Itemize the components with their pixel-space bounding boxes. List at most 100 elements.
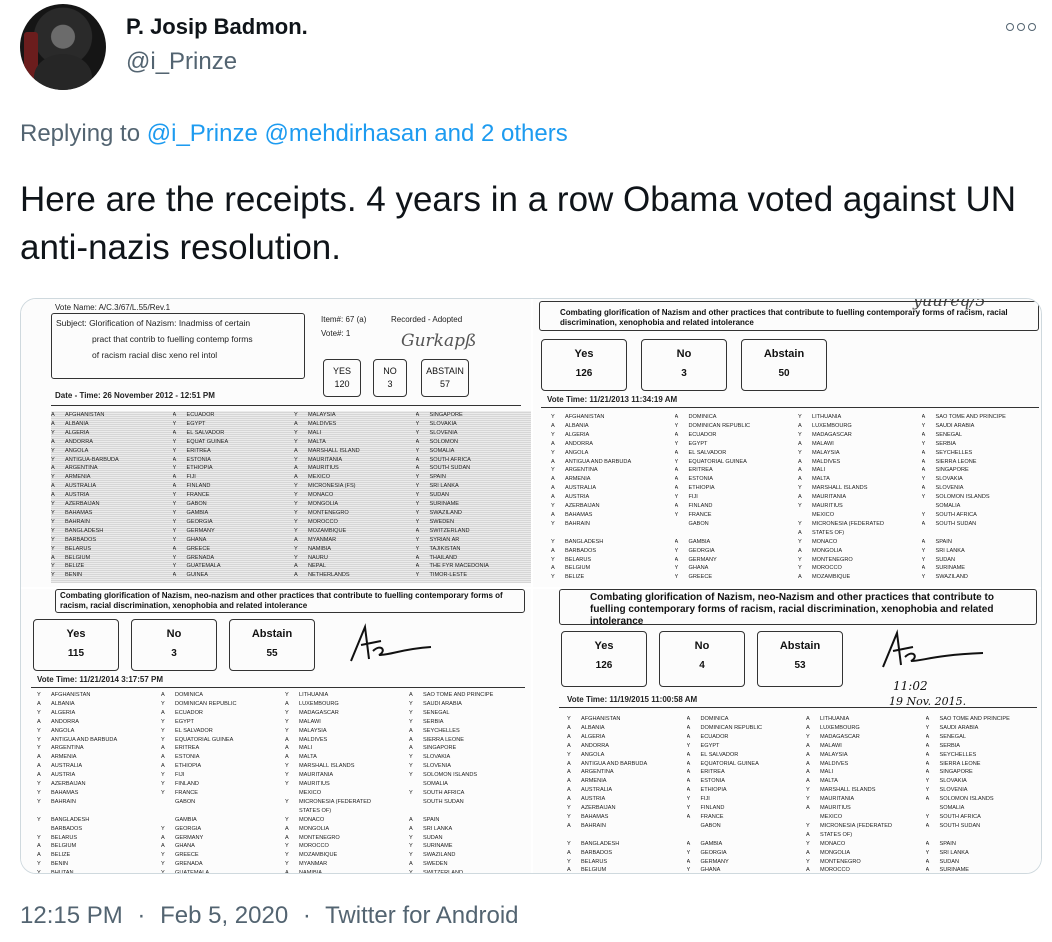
country-column: A DOMINICA A DOMINICAN REPUBLIC A ECUADOR Y EGY… [686, 715, 801, 873]
vote-mark: Y [409, 709, 413, 716]
vote-mark: Y [37, 870, 41, 874]
country-vote-row: Y EQUAT GUINEA [173, 438, 289, 447]
vote-mark: A [925, 858, 930, 865]
country-name: SINGAPORE [935, 467, 969, 474]
country-vote-row: Y MONTENEGRO [798, 556, 916, 565]
vote-mark: A [567, 769, 571, 776]
country-vote-row: A ESTONIA [687, 777, 801, 786]
country-vote-row: Y BANGLADESH [551, 538, 669, 547]
vote-mark: A [37, 754, 41, 761]
country-vote-row: Y SURINAME [416, 500, 532, 509]
country-vote-row: Y SRI LANKA [926, 849, 1040, 858]
country-name: MONACO [820, 840, 846, 847]
vote-mark: A [686, 751, 691, 758]
country-name: BAHRAIN [565, 520, 590, 527]
country-name: DOMINICA [688, 414, 717, 420]
vote-mark: Y [37, 692, 41, 698]
country-vote-row: Y SUDAN [922, 556, 1040, 565]
country-name: SEYCHELLES [939, 751, 977, 758]
country-name: MAURITIUS [299, 781, 330, 788]
country-vote-row: Y BAHAMAS [51, 509, 167, 518]
country-name: AZERBAIJAN [65, 501, 100, 508]
vote-mark: Y [551, 538, 555, 545]
tweet-time[interactable]: 12:15 PM [20, 902, 123, 929]
country-vote-row: Y ANTIGUA AND BARBUDA [37, 736, 155, 745]
country-name: GERMANY [688, 556, 717, 563]
country-vote-row: Y GABON [173, 500, 289, 509]
country-name: ALGERIA [565, 431, 590, 438]
vote-mark: A [806, 831, 810, 838]
vote-mark: A [567, 867, 571, 874]
country-vote-row: A SOUTH AFRICA [416, 456, 532, 465]
vote-mark: Y [415, 474, 420, 481]
country-vote-row: Y ANGOLA [37, 727, 155, 736]
country-name: ERITREA [688, 467, 713, 474]
country-name: MAURITANIA [812, 494, 847, 501]
country-name: ALBANIA [65, 420, 89, 427]
country-name: BAHAMAS [581, 813, 609, 820]
vote-mark: Y [415, 536, 420, 543]
country-name: GABON [700, 822, 721, 829]
vote-mark: A [921, 414, 926, 420]
country-name: BENIN [51, 861, 69, 868]
vote-mark: Y [409, 870, 413, 874]
vote-time: Vote Time: 11/21/2014 3:17:57 PM [37, 675, 163, 684]
country-vote-row: Y ARGENTINA [37, 744, 155, 753]
reply-mention-2[interactable]: @mehdirhasan [265, 120, 428, 147]
country-name: GEORGIA [700, 849, 727, 856]
country-vote-row: A DOMINICAN REPUBLIC [687, 724, 801, 733]
vote-mark: A [551, 511, 555, 518]
tweet-client[interactable]: Twitter for Android [325, 902, 518, 929]
country-name: MEXICO [299, 789, 322, 796]
reply-others-link[interactable]: and 2 others [434, 120, 567, 147]
country-vote-row: Y SOUTH AFRICA [926, 813, 1040, 822]
country-vote-row: A AUSTRALIA [51, 482, 167, 491]
country-name: GHANA [175, 843, 195, 850]
country-name: ANTIGUA AND BARBUDA [51, 736, 118, 743]
country-vote-row: SOMALIA [409, 780, 527, 789]
country-name: MONGOLIA [820, 849, 851, 856]
country-name: EL SALVADOR [175, 727, 213, 734]
vote-mark: A [285, 754, 289, 761]
country-vote-row: Y EGYPT [687, 742, 801, 751]
vote-mark: A [294, 572, 298, 579]
country-name: SRI LANKA [935, 547, 965, 554]
country-name: AUSTRIA [65, 492, 90, 499]
country-name: SINGAPORE [423, 745, 457, 752]
tweet-image[interactable]: Vote Name: A/C.3/67/L.55/Rev.1 Subject: … [20, 298, 1042, 874]
country-column: A LITHUANIA A LUXEMBOURG Y MADAGASCAR A MALAWI A… [806, 715, 920, 873]
vote-mark: Y [285, 772, 289, 779]
country-vote-row: Y BANGLADESH [51, 527, 167, 536]
tweet-date[interactable]: Feb 5, 2020 [160, 902, 288, 929]
country-vote-row: Y GUATEMALA [173, 562, 289, 571]
country-name: STATES OF) [820, 831, 853, 838]
more-horizontal-icon[interactable] [1006, 18, 1040, 36]
vote-mark: Y [51, 518, 55, 525]
vote-mark: A [686, 840, 691, 847]
country-vote-row: A SIERRA LEONE [926, 760, 1040, 769]
country-name: ALBANIA [565, 422, 589, 429]
display-name[interactable]: P. Josip Badmon. [126, 14, 308, 40]
country-name: ARMENIA [581, 778, 607, 785]
user-handle[interactable]: @i_Prinze [126, 48, 237, 76]
country-name: SURINAME [429, 501, 460, 508]
country-vote-row: MEXICO [285, 789, 403, 798]
country-name: ANGOLA [65, 447, 89, 454]
vote-mark: Y [161, 781, 165, 788]
vote-mark: Y [161, 789, 165, 796]
country-name: ANTIGUA AND BARBUDA [581, 760, 648, 767]
country-name: ALGERIA [65, 429, 90, 436]
reply-mention-1[interactable]: @i_Prinze [147, 120, 258, 147]
country-vote-row: A ERITREA [687, 768, 801, 777]
vote-mark: A [172, 412, 177, 418]
country-vote-row: Y LITHUANIA [285, 691, 403, 700]
no-box: No 3 [131, 619, 217, 671]
avatar[interactable] [20, 4, 106, 90]
country-name: BANGLADESH [565, 538, 604, 545]
country-vote-row: A MARSHALL ISLAND [294, 447, 410, 456]
country-vote-row: Y SOUTH AFRICA [409, 789, 527, 798]
country-vote-row: Y EQUATORIAL GUINEA [161, 736, 279, 745]
country-name: SAUDI ARABIA [935, 422, 975, 429]
country-vote-row [551, 529, 669, 538]
vote-mark: Y [686, 849, 691, 856]
